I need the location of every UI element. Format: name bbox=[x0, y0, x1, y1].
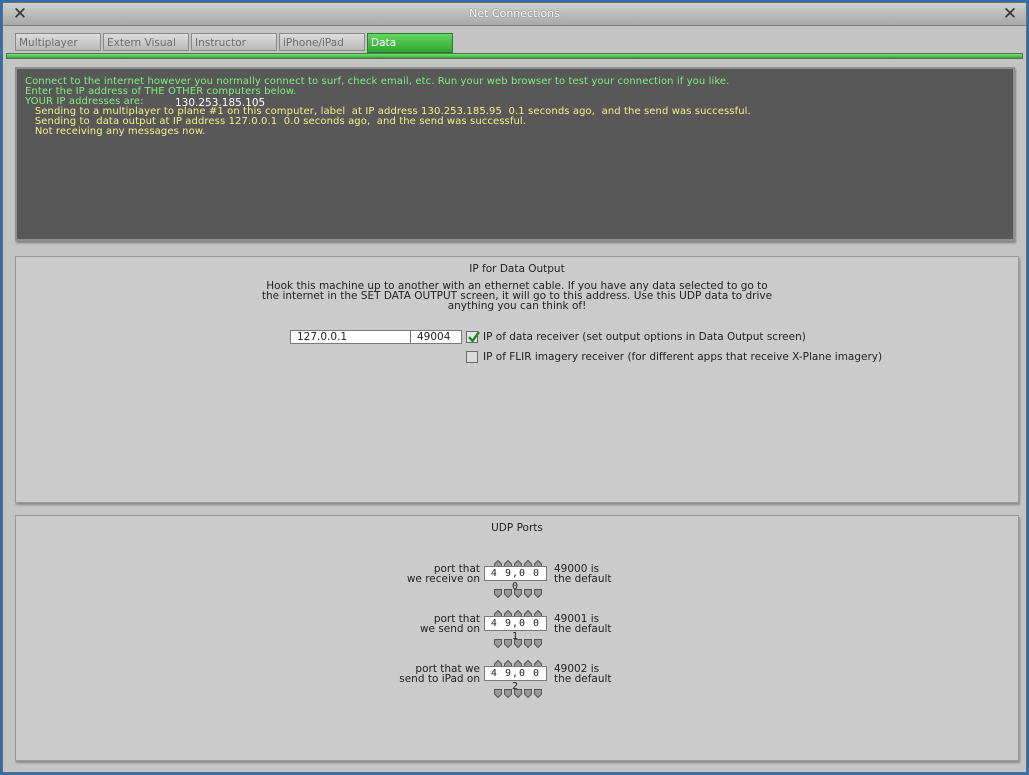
arrow-down-icon[interactable] bbox=[504, 683, 512, 699]
arrow-up-icon[interactable] bbox=[534, 654, 542, 669]
arrow-up-icon[interactable] bbox=[504, 604, 512, 619]
port-default-note: the default bbox=[554, 573, 612, 585]
arrow-down-icon[interactable] bbox=[494, 683, 502, 699]
port-label: send to iPad on bbox=[399, 673, 480, 685]
tab-iphone-ipad[interactable]: iPhone/iPad bbox=[279, 33, 365, 51]
net-connections-window: ✕ Net Connections ✕ Multiplayer Extern V… bbox=[2, 2, 1027, 773]
console-line: Not receiving any messages now. bbox=[25, 126, 206, 137]
port-spinner: 4 9,0 0 2 bbox=[484, 653, 547, 703]
udp-port-row: port that we send to iPad on 4 9,0 0 2 4900… bbox=[16, 653, 1020, 703]
arrow-down-icon[interactable] bbox=[524, 683, 532, 699]
udp-ports-panel: UDP Ports port that we receive on 4 9,0 0 … bbox=[15, 515, 1019, 761]
decrement-arrows bbox=[494, 633, 546, 649]
arrow-down-icon[interactable] bbox=[504, 633, 512, 649]
arrow-up-icon[interactable] bbox=[534, 604, 542, 619]
arrow-up-icon[interactable] bbox=[494, 654, 502, 669]
data-ip-input[interactable]: 127.0.0.1 bbox=[290, 330, 411, 344]
panel-title: IP for Data Output bbox=[469, 263, 565, 275]
arrow-up-icon[interactable] bbox=[524, 554, 532, 569]
port-label: we send on bbox=[419, 623, 480, 635]
arrow-up-icon[interactable] bbox=[514, 554, 522, 569]
arrow-down-icon[interactable] bbox=[534, 683, 542, 699]
decrement-arrows bbox=[494, 583, 546, 599]
tab-data[interactable]: Data bbox=[367, 33, 453, 53]
arrow-down-icon[interactable] bbox=[514, 683, 522, 699]
arrow-up-icon[interactable] bbox=[494, 604, 502, 619]
arrow-up-icon[interactable] bbox=[504, 554, 512, 569]
panel-title: UDP Ports bbox=[491, 522, 543, 534]
tab-multiplayer[interactable]: Multiplayer bbox=[15, 33, 101, 51]
arrow-up-icon[interactable] bbox=[524, 604, 532, 619]
window-title: Net Connections bbox=[469, 7, 560, 20]
flir-receiver-checkbox[interactable] bbox=[466, 351, 478, 363]
arrow-up-icon[interactable] bbox=[514, 604, 522, 619]
port-label: we receive on bbox=[406, 573, 480, 585]
arrow-up-icon[interactable] bbox=[494, 554, 502, 569]
port-default-note: the default bbox=[554, 673, 612, 685]
data-output-panel: IP for Data Output Hook this machine up … bbox=[15, 256, 1019, 503]
port-default-note: the default bbox=[554, 623, 612, 635]
arrow-down-icon[interactable] bbox=[534, 633, 542, 649]
data-receiver-label: IP of data receiver (set output options … bbox=[483, 331, 806, 343]
decrement-arrows bbox=[494, 683, 546, 699]
increment-arrows bbox=[494, 654, 546, 669]
close-icon[interactable]: ✕ bbox=[1000, 4, 1020, 24]
increment-arrows bbox=[494, 604, 546, 619]
arrow-down-icon[interactable] bbox=[534, 583, 542, 599]
arrow-down-icon[interactable] bbox=[524, 583, 532, 599]
arrow-up-icon[interactable] bbox=[514, 654, 522, 669]
tab-underline bbox=[6, 53, 1023, 59]
status-console: Connect to the internet however you norm… bbox=[15, 67, 1015, 241]
arrow-down-icon[interactable] bbox=[494, 633, 502, 649]
data-receiver-checkbox[interactable] bbox=[466, 331, 480, 343]
arrow-up-icon[interactable] bbox=[524, 654, 532, 669]
arrow-down-icon[interactable] bbox=[494, 583, 502, 599]
arrow-down-icon[interactable] bbox=[504, 583, 512, 599]
increment-arrows bbox=[494, 554, 546, 569]
arrow-down-icon[interactable] bbox=[524, 633, 532, 649]
port-value-field[interactable]: 4 9,0 0 0 bbox=[484, 566, 547, 592]
port-value-field[interactable]: 4 9,0 0 1 bbox=[484, 616, 547, 642]
port-value-field[interactable]: 4 9,0 0 2 bbox=[484, 666, 547, 692]
port-spinner: 4 9,0 0 0 bbox=[484, 553, 547, 603]
arrow-down-icon[interactable] bbox=[514, 633, 522, 649]
data-port-input[interactable]: 49004 bbox=[410, 330, 462, 344]
udp-port-row: port that we receive on 4 9,0 0 0 49000 is t… bbox=[16, 553, 1020, 603]
tab-extern-visual[interactable]: Extern Visual bbox=[103, 33, 189, 51]
title-bar: ✕ Net Connections ✕ bbox=[3, 3, 1026, 26]
arrow-up-icon[interactable] bbox=[534, 554, 542, 569]
description-line: anything you can think of! bbox=[447, 300, 587, 312]
udp-port-row: port that we send on 4 9,0 0 1 49001 is the … bbox=[16, 603, 1020, 653]
flir-receiver-label: IP of FLIR imagery receiver (for differe… bbox=[483, 351, 883, 363]
arrow-down-icon[interactable] bbox=[514, 583, 522, 599]
check-icon bbox=[468, 331, 480, 343]
tab-instructor[interactable]: Instructor bbox=[191, 33, 277, 51]
arrow-up-icon[interactable] bbox=[504, 654, 512, 669]
port-spinner: 4 9,0 0 1 bbox=[484, 603, 547, 653]
